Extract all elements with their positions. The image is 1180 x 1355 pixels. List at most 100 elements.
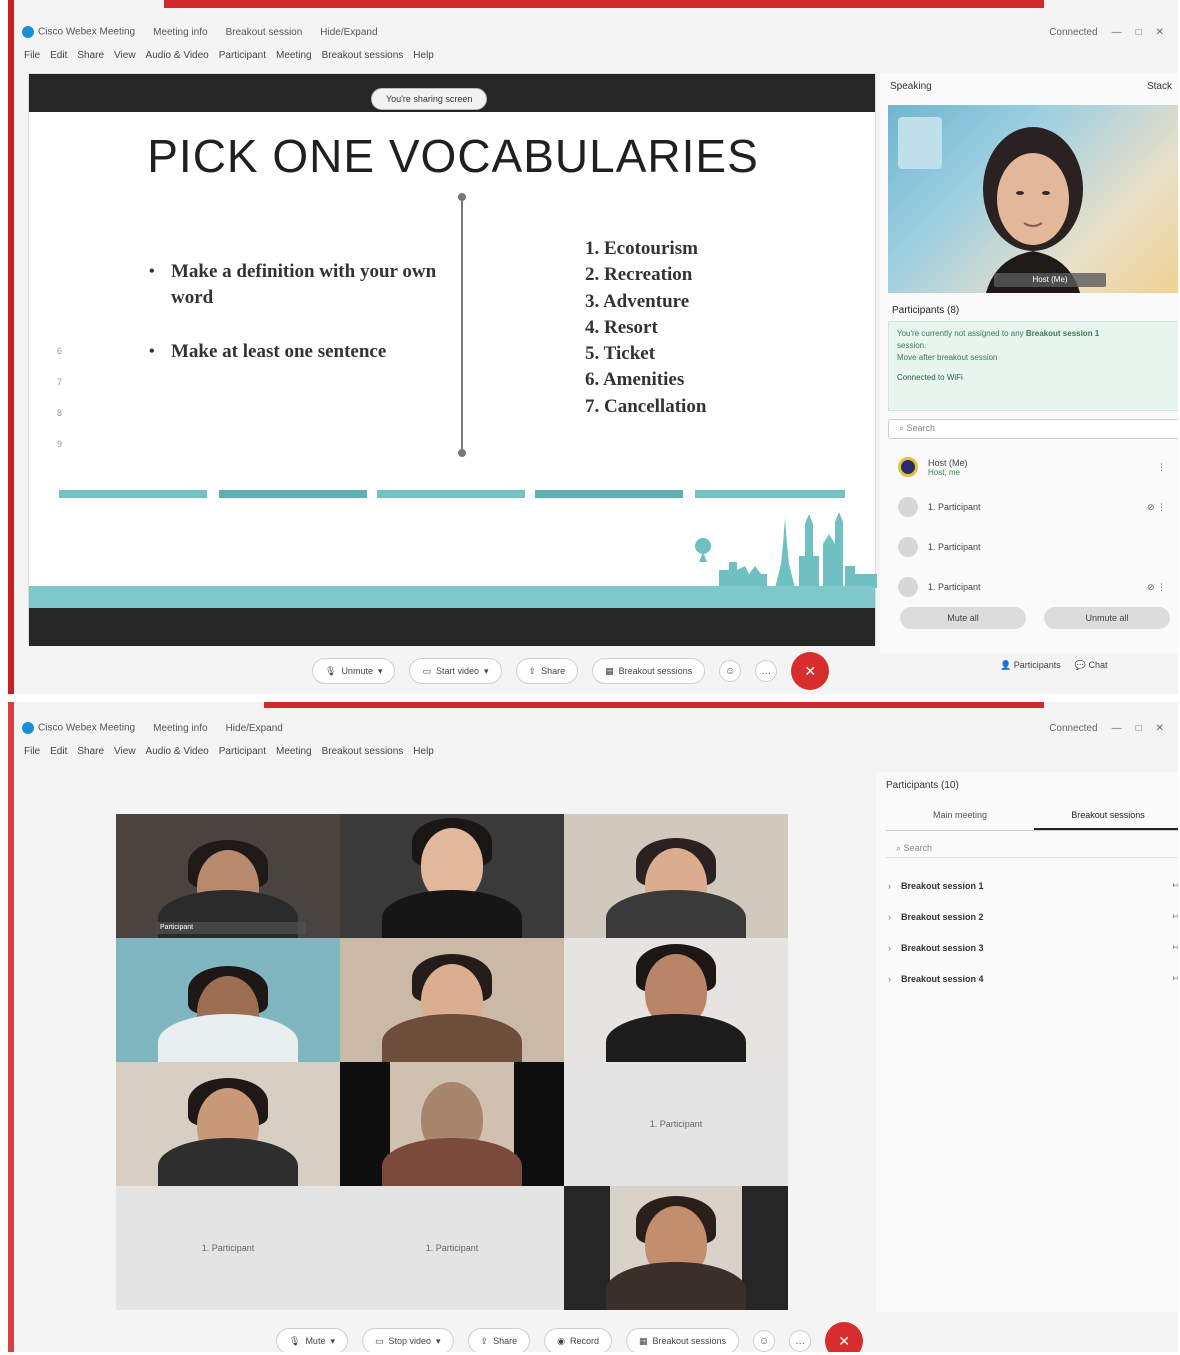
video-tile[interactable] xyxy=(564,1186,788,1310)
participant-row[interactable]: 1. Participant ⊘ ⋮ xyxy=(888,487,1178,527)
breakout-sessions-button[interactable]: ▦ Breakout sessions xyxy=(592,658,706,684)
breakout-session-item[interactable]: ›Breakout session 2↦ xyxy=(888,901,1178,932)
bottom-menubar: File Edit Share View Audio & Video Parti… xyxy=(24,746,434,757)
speaker-view-label[interactable]: Speaking xyxy=(890,81,932,92)
participant-row[interactable]: Host (Me) Host, me ⋮ xyxy=(888,447,1178,487)
move-link[interactable]: Move after breakout session xyxy=(897,352,1175,364)
meeting-info-tab[interactable]: Meeting info xyxy=(153,723,207,734)
video-tile[interactable] xyxy=(340,814,564,938)
join-icon[interactable]: ↦ xyxy=(1172,880,1178,891)
video-off-tile[interactable]: 1. Participant xyxy=(564,1062,788,1186)
end-call-icon[interactable]: ✕ xyxy=(825,1322,864,1352)
participants-count[interactable]: Participants (10) xyxy=(886,780,959,791)
participants-button[interactable]: 👤 Participants xyxy=(1000,660,1061,671)
menu-meeting[interactable]: Meeting xyxy=(276,50,312,61)
menu-edit[interactable]: Edit xyxy=(50,746,67,757)
close-icon[interactable]: ✕ xyxy=(1156,723,1164,734)
menu-audio-video[interactable]: Audio & Video xyxy=(146,50,209,61)
join-icon[interactable]: ↦ xyxy=(1172,973,1178,984)
mic-muted-icon[interactable]: ⊘ ⋮ xyxy=(1147,502,1166,513)
participants-count[interactable]: Participants (8) xyxy=(892,305,959,316)
end-call-icon[interactable]: ✕ xyxy=(791,652,830,690)
mic-muted-icon[interactable]: ⊘ ⋮ xyxy=(1147,582,1166,593)
close-icon[interactable]: ✕ xyxy=(1156,27,1164,38)
menu-audio-video[interactable]: Audio & Video xyxy=(146,746,209,757)
breakout-session-item[interactable]: ›Breakout session 3↦ xyxy=(888,932,1178,963)
more-icon[interactable]: ⋮ xyxy=(1157,462,1166,473)
connected-status[interactable]: Connected xyxy=(1049,723,1097,734)
menu-participant[interactable]: Participant xyxy=(219,50,266,61)
menu-share[interactable]: Share xyxy=(77,50,104,61)
participant-row[interactable]: 1. Participant xyxy=(888,527,1178,567)
video-tile[interactable] xyxy=(564,814,788,938)
unmute-button[interactable]: 🎙 Unmute ▾ xyxy=(312,658,396,684)
layout-toggle[interactable]: Stack xyxy=(1147,81,1172,92)
join-icon[interactable]: ↦ xyxy=(1172,911,1178,922)
share-button[interactable]: ⇪ Share xyxy=(467,1328,531,1352)
hide-expand-tab[interactable]: Hide/Expand xyxy=(320,27,377,38)
menu-view[interactable]: View xyxy=(114,746,136,757)
bottom-meeting-toolbar: 🎙 Mute ▾ ▭ Stop video ▾ ⇪ Share ◉ Record ▦ Br… xyxy=(276,1322,864,1352)
vocab-item: 7. Cancellation xyxy=(585,395,707,417)
sharing-indicator[interactable]: You're sharing screen xyxy=(371,88,488,110)
video-off-tile[interactable]: 1. Participant 1. Participant xyxy=(116,1186,564,1310)
menu-help[interactable]: Help xyxy=(413,746,434,757)
maximize-icon[interactable]: □ xyxy=(1136,27,1142,38)
mute-button[interactable]: 🎙 Mute ▾ xyxy=(276,1328,348,1352)
hide-expand-tab[interactable]: Hide/Expand xyxy=(226,723,283,734)
chevron-right-icon[interactable]: › xyxy=(888,912,891,922)
minimize-icon[interactable]: — xyxy=(1112,723,1122,734)
video-tile[interactable]: Participant xyxy=(116,814,340,938)
menu-file[interactable]: File xyxy=(24,50,40,61)
menu-breakout[interactable]: Breakout sessions xyxy=(322,50,404,61)
chat-button[interactable]: 💬 Chat xyxy=(1075,660,1108,671)
video-tile[interactable] xyxy=(340,1062,564,1186)
menu-participant[interactable]: Participant xyxy=(219,746,266,757)
top-meeting-toolbar: 🎙 Unmute ▾ ▭ Start video ▾ ⇪ Share ▦ Breakou… xyxy=(312,652,830,690)
unmute-all-button[interactable]: Unmute all xyxy=(1044,607,1170,629)
menu-share[interactable]: Share xyxy=(77,746,104,757)
video-tile[interactable] xyxy=(116,938,340,1062)
share-button[interactable]: ⇪ Share xyxy=(515,658,579,684)
mute-all-button[interactable]: Mute all xyxy=(900,607,1026,629)
tab-main-meeting[interactable]: Main meeting xyxy=(886,802,1034,830)
participant-search-input[interactable]: ⌕ Search xyxy=(888,419,1178,439)
menu-meeting[interactable]: Meeting xyxy=(276,746,312,757)
menu-edit[interactable]: Edit xyxy=(50,50,67,61)
chevron-right-icon[interactable]: › xyxy=(888,974,891,984)
record-button[interactable]: ◉ Record xyxy=(544,1328,613,1352)
more-options-icon[interactable]: … xyxy=(789,1330,812,1352)
decor-bar xyxy=(219,490,367,498)
meeting-info-tab[interactable]: Meeting info xyxy=(153,27,207,38)
maximize-icon[interactable]: □ xyxy=(1136,723,1142,734)
stop-video-button[interactable]: ▭ Stop video ▾ xyxy=(361,1328,454,1352)
slide-bottom-bar xyxy=(29,608,875,646)
participant-row[interactable]: 1. Participant ⊘ ⋮ xyxy=(888,567,1178,607)
chevron-right-icon[interactable]: › xyxy=(888,881,891,891)
breakout-session-item[interactable]: ›Breakout session 4↦ xyxy=(888,963,1178,994)
join-icon[interactable]: ↦ xyxy=(1172,942,1178,953)
more-options-icon[interactable]: … xyxy=(755,660,778,682)
video-tile[interactable] xyxy=(116,1062,340,1186)
tab-breakout-sessions[interactable]: Breakout sessions xyxy=(1034,802,1178,830)
breakout-sessions-button[interactable]: ▦ Breakout sessions xyxy=(626,1328,740,1352)
connected-status[interactable]: Connected xyxy=(1049,27,1097,38)
breakout-session-item[interactable]: ›Breakout session 1↦ xyxy=(888,870,1178,901)
breakout-tab[interactable]: Breakout session xyxy=(226,27,303,38)
title-strip xyxy=(264,702,1044,708)
top-titlebar: Cisco Webex Meeting Meeting info Breakou… xyxy=(22,20,1178,44)
menu-file[interactable]: File xyxy=(24,746,40,757)
minimize-icon[interactable]: — xyxy=(1112,27,1122,38)
menu-view[interactable]: View xyxy=(114,50,136,61)
self-preview-thumbnail[interactable] xyxy=(898,117,942,169)
start-video-button[interactable]: ▭ Start video ▾ xyxy=(409,658,502,684)
menu-help[interactable]: Help xyxy=(413,50,434,61)
video-tile[interactable] xyxy=(340,938,564,1062)
session-search-input[interactable]: ⌕ Search xyxy=(886,840,1178,858)
chevron-right-icon[interactable]: › xyxy=(888,943,891,953)
reactions-icon[interactable]: ☺ xyxy=(753,1330,776,1352)
active-speaker-video[interactable]: Host (Me) xyxy=(888,105,1178,293)
menu-breakout[interactable]: Breakout sessions xyxy=(322,746,404,757)
reactions-icon[interactable]: ☺ xyxy=(719,660,742,682)
video-tile[interactable] xyxy=(564,938,788,1062)
